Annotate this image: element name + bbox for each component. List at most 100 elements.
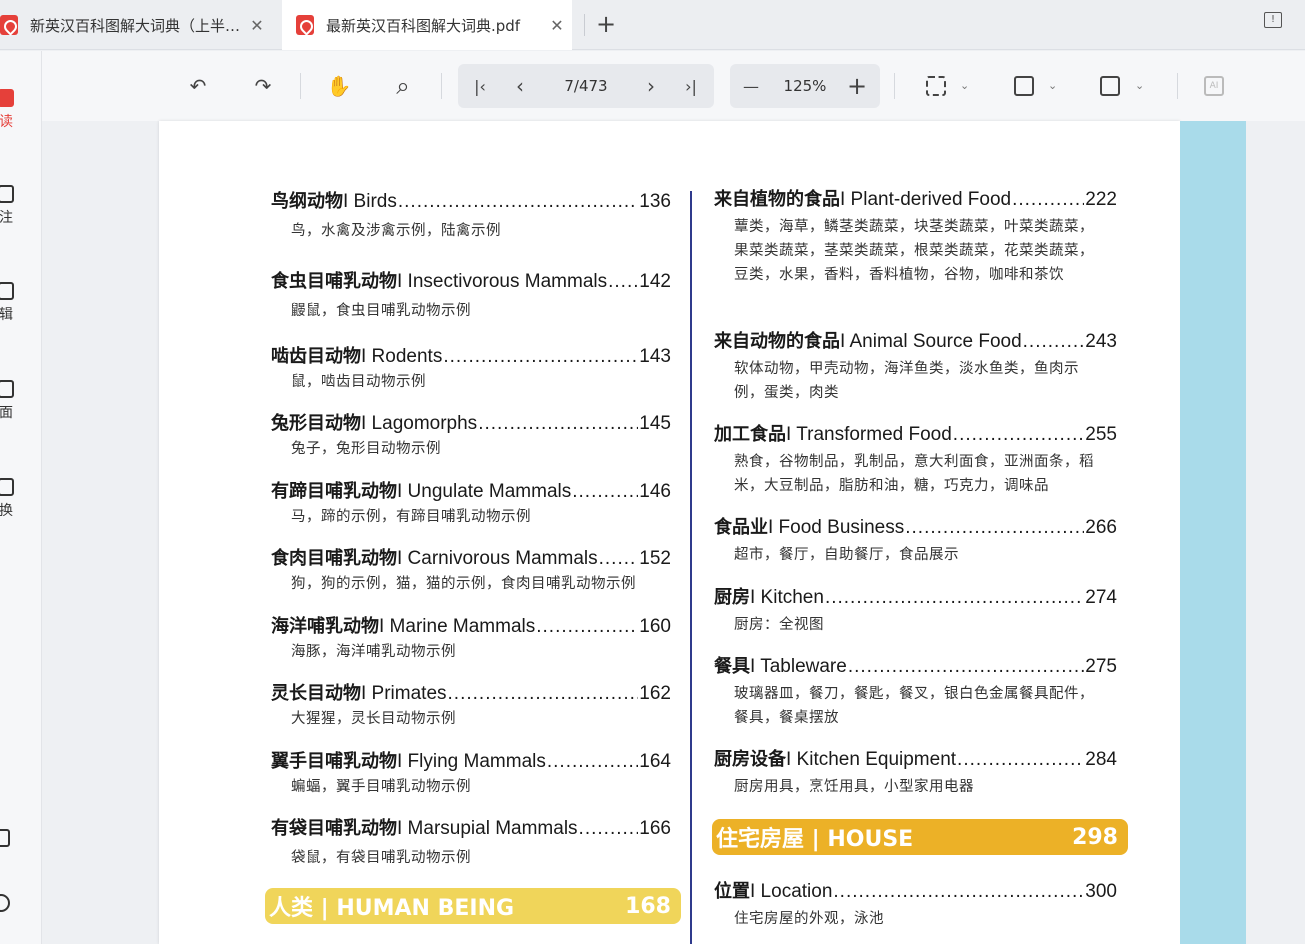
entry-title-en: I Ungulate Mammals bbox=[397, 481, 572, 502]
toc-entry[interactable]: 来自植物的食品 I Plant-derived Food 222 蕈类，海草，鳞… bbox=[714, 185, 1117, 287]
more-icon[interactable] bbox=[0, 894, 10, 912]
toc-entry[interactable]: 鸟纲动物 I Birds 136 鸟，水禽及涉禽示例，陆禽示例 bbox=[271, 187, 671, 243]
entry-page: 284 bbox=[1085, 749, 1117, 770]
toc-entry[interactable]: 加工食品 I Transformed Food 255 熟食，谷物制品，乳制品，… bbox=[714, 420, 1117, 498]
search-button[interactable]: ⌕ bbox=[388, 71, 418, 101]
tab-title: 新英汉百科图解大词典（上半… bbox=[30, 16, 241, 35]
toc-entry[interactable]: 有蹄目哺乳动物 I Ungulate Mammals 146 马，蹄的示例，有蹄目… bbox=[271, 477, 671, 529]
undo-button[interactable]: ↶ bbox=[183, 71, 213, 101]
leader-dots bbox=[398, 191, 638, 213]
section-banner-page: 298 bbox=[1072, 824, 1118, 850]
leader-dots bbox=[599, 548, 639, 570]
zoom-in-button[interactable]: + bbox=[842, 71, 872, 101]
toc-entry[interactable]: 餐具 I Tableware 275 玻璃器皿，餐刀，餐匙，餐叉，银白色金属餐具… bbox=[714, 652, 1117, 730]
entry-title-en: I Insectivorous Mammals bbox=[397, 271, 608, 292]
tab-document-1[interactable]: 新英汉百科图解大词典（上半… ✕ bbox=[0, 0, 272, 50]
zoom-level-input[interactable]: 125% bbox=[772, 74, 838, 98]
sidebar-item-label: 换 bbox=[0, 503, 13, 519]
tab-title: 最新英汉百科图解大词典.pdf bbox=[326, 16, 521, 35]
toc-entry[interactable]: 有袋目哺乳动物 I Marsupial Mammals 166 袋鼠，有袋目哺乳动… bbox=[271, 814, 671, 870]
leader-dots bbox=[957, 749, 1084, 771]
toc-entry[interactable]: 位置 I Location 300 住宅房屋的外观，泳池 bbox=[714, 877, 1117, 931]
toc-entry[interactable]: 啮齿目动物 I Rodents 143 鼠，啮齿目动物示例 bbox=[271, 342, 671, 394]
zoom-out-button[interactable]: — bbox=[736, 71, 766, 101]
sidebar-item-convert[interactable]: 换 bbox=[0, 478, 20, 520]
ai-button[interactable]: AI bbox=[1199, 71, 1229, 101]
section-banner[interactable]: 人类 | HUMAN BEING 168 bbox=[265, 888, 681, 924]
entry-description: 海豚，海洋哺乳动物示例 bbox=[291, 644, 456, 660]
sidebar-item-page[interactable]: 面 bbox=[0, 380, 20, 422]
sidebar-item-annotate[interactable]: 注 bbox=[0, 185, 20, 227]
pdf-page: 鸟纲动物 I Birds 136 鸟，水禽及涉禽示例，陆禽示例 食虫目哺乳动物 … bbox=[159, 121, 1180, 944]
entry-title-cn: 食虫目哺乳动物 bbox=[271, 271, 397, 292]
toc-entry[interactable]: 食品业 I Food Business 266 超市，餐厅，自助餐厅，食品展示 bbox=[714, 513, 1117, 567]
sidebar-item-read[interactable]: 读 bbox=[0, 89, 20, 131]
toc-entry[interactable]: 食虫目哺乳动物 I Insectivorous Mammals 142 鼹鼠，食虫… bbox=[271, 267, 671, 323]
redo-button[interactable]: ↷ bbox=[248, 71, 278, 101]
entry-description: 马，蹄的示例，有蹄目哺乳动物示例 bbox=[291, 509, 531, 525]
entry-description: 厨房用具，烹饪用具，小型家用电器 bbox=[734, 779, 974, 795]
leader-dots bbox=[536, 616, 638, 638]
leader-dots bbox=[1012, 189, 1084, 211]
entry-title-cn: 鸟纲动物 bbox=[271, 191, 343, 212]
fit-page-button[interactable] bbox=[921, 71, 951, 101]
entry-title-cn: 食品业 bbox=[714, 517, 768, 538]
prev-page-button[interactable]: ‹ bbox=[505, 71, 535, 101]
ai-icon: AI bbox=[1204, 76, 1224, 96]
page-layout-button[interactable] bbox=[1095, 71, 1125, 101]
chevron-down-icon[interactable]: ⌄ bbox=[960, 79, 969, 92]
toc-entry[interactable]: 食肉目哺乳动物 I Carnivorous Mammals 152 狗，狗的示例，… bbox=[271, 544, 671, 596]
new-tab-button[interactable]: + bbox=[592, 10, 620, 38]
entry-title-cn: 厨房设备 bbox=[714, 749, 786, 770]
entry-title-en: I Marsupial Mammals bbox=[397, 818, 578, 839]
entry-title-en: I Lagomorphs bbox=[361, 413, 478, 434]
entry-title-cn: 来自动物的食品 bbox=[714, 331, 840, 352]
section-banner[interactable]: 住宅房屋 | HOUSE 298 bbox=[712, 819, 1128, 855]
toc-entry[interactable]: 厨房设备 I Kitchen Equipment 284 厨房用具，烹饪用具，小… bbox=[714, 745, 1117, 799]
sidebar-item-edit[interactable]: 辑 bbox=[0, 282, 20, 324]
entry-title-en: I Kitchen bbox=[750, 587, 824, 608]
entry-title-en: I Rodents bbox=[361, 346, 443, 367]
tab-document-2[interactable]: 最新英汉百科图解大词典.pdf ✕ bbox=[282, 0, 572, 50]
entry-description: 住宅房屋的外观，泳池 bbox=[734, 911, 884, 927]
page-edge-decoration bbox=[1180, 121, 1246, 944]
hand-tool-button[interactable]: ✋ bbox=[324, 71, 354, 101]
chevron-down-icon[interactable]: ⌄ bbox=[1048, 79, 1057, 92]
page-number-input[interactable]: 7/473 bbox=[538, 74, 634, 98]
leader-dots bbox=[572, 481, 638, 503]
fullscreen-button[interactable] bbox=[1009, 71, 1039, 101]
toolbar-separator bbox=[894, 73, 895, 99]
entry-title-cn: 厨房 bbox=[714, 587, 750, 608]
entry-description: 软体动物，甲壳动物，海洋鱼类，淡水鱼类，鱼肉示例，蛋类，肉类 bbox=[734, 361, 1079, 401]
entry-title-en: I Transformed Food bbox=[786, 424, 952, 445]
document-viewport[interactable]: 鸟纲动物 I Birds 136 鸟，水禽及涉禽示例，陆禽示例 食虫目哺乳动物 … bbox=[42, 121, 1305, 944]
entry-title-cn: 有袋目哺乳动物 bbox=[271, 818, 397, 839]
sidebar-item-label: 读 bbox=[0, 114, 13, 130]
leader-dots bbox=[833, 881, 1084, 903]
entry-title-cn: 有蹄目哺乳动物 bbox=[271, 481, 397, 502]
toc-entry[interactable]: 来自动物的食品 I Animal Source Food 243 软体动物，甲壳… bbox=[714, 327, 1117, 405]
toc-entry[interactable]: 厨房 I Kitchen 274 厨房：全视图 bbox=[714, 583, 1117, 637]
first-page-button[interactable]: |‹ bbox=[465, 71, 495, 101]
entry-title-cn: 翼手目哺乳动物 bbox=[271, 751, 397, 772]
last-page-button[interactable]: ›| bbox=[676, 71, 706, 101]
tab-bar: 新英汉百科图解大词典（上半… ✕ 最新英汉百科图解大词典.pdf ✕ + ! bbox=[0, 0, 1305, 50]
entry-page: 222 bbox=[1085, 189, 1117, 210]
chevron-down-icon[interactable]: ⌄ bbox=[1135, 79, 1144, 92]
toc-entry[interactable]: 翼手目哺乳动物 I Flying Mammals 164 蝙蝠，翼手目哺乳动物示例 bbox=[271, 747, 671, 799]
close-icon[interactable]: ✕ bbox=[242, 16, 272, 35]
convert-icon bbox=[0, 478, 14, 496]
toc-entry[interactable]: 海洋哺乳动物 I Marine Mammals 160 海豚，海洋哺乳动物示例 bbox=[271, 612, 671, 664]
toolbar-separator bbox=[300, 73, 301, 99]
entry-title-en: I Tableware bbox=[750, 656, 847, 677]
toc-entry[interactable]: 兔形目动物 I Lagomorphs 145 兔子，兔形目动物示例 bbox=[271, 409, 671, 461]
entry-title-cn: 灵长目动物 bbox=[271, 683, 361, 704]
entry-description: 鼠，啮齿目动物示例 bbox=[291, 374, 426, 390]
toc-entry[interactable]: 灵长目动物 I Primates 162 大猩猩，灵长目动物示例 bbox=[271, 679, 671, 731]
next-page-button[interactable]: › bbox=[636, 71, 666, 101]
panel-icon[interactable] bbox=[0, 829, 10, 847]
entry-title-en: I Food Business bbox=[768, 517, 905, 538]
fit-page-icon bbox=[926, 76, 946, 96]
close-icon[interactable]: ✕ bbox=[542, 16, 572, 35]
feedback-icon[interactable]: ! bbox=[1264, 12, 1282, 28]
